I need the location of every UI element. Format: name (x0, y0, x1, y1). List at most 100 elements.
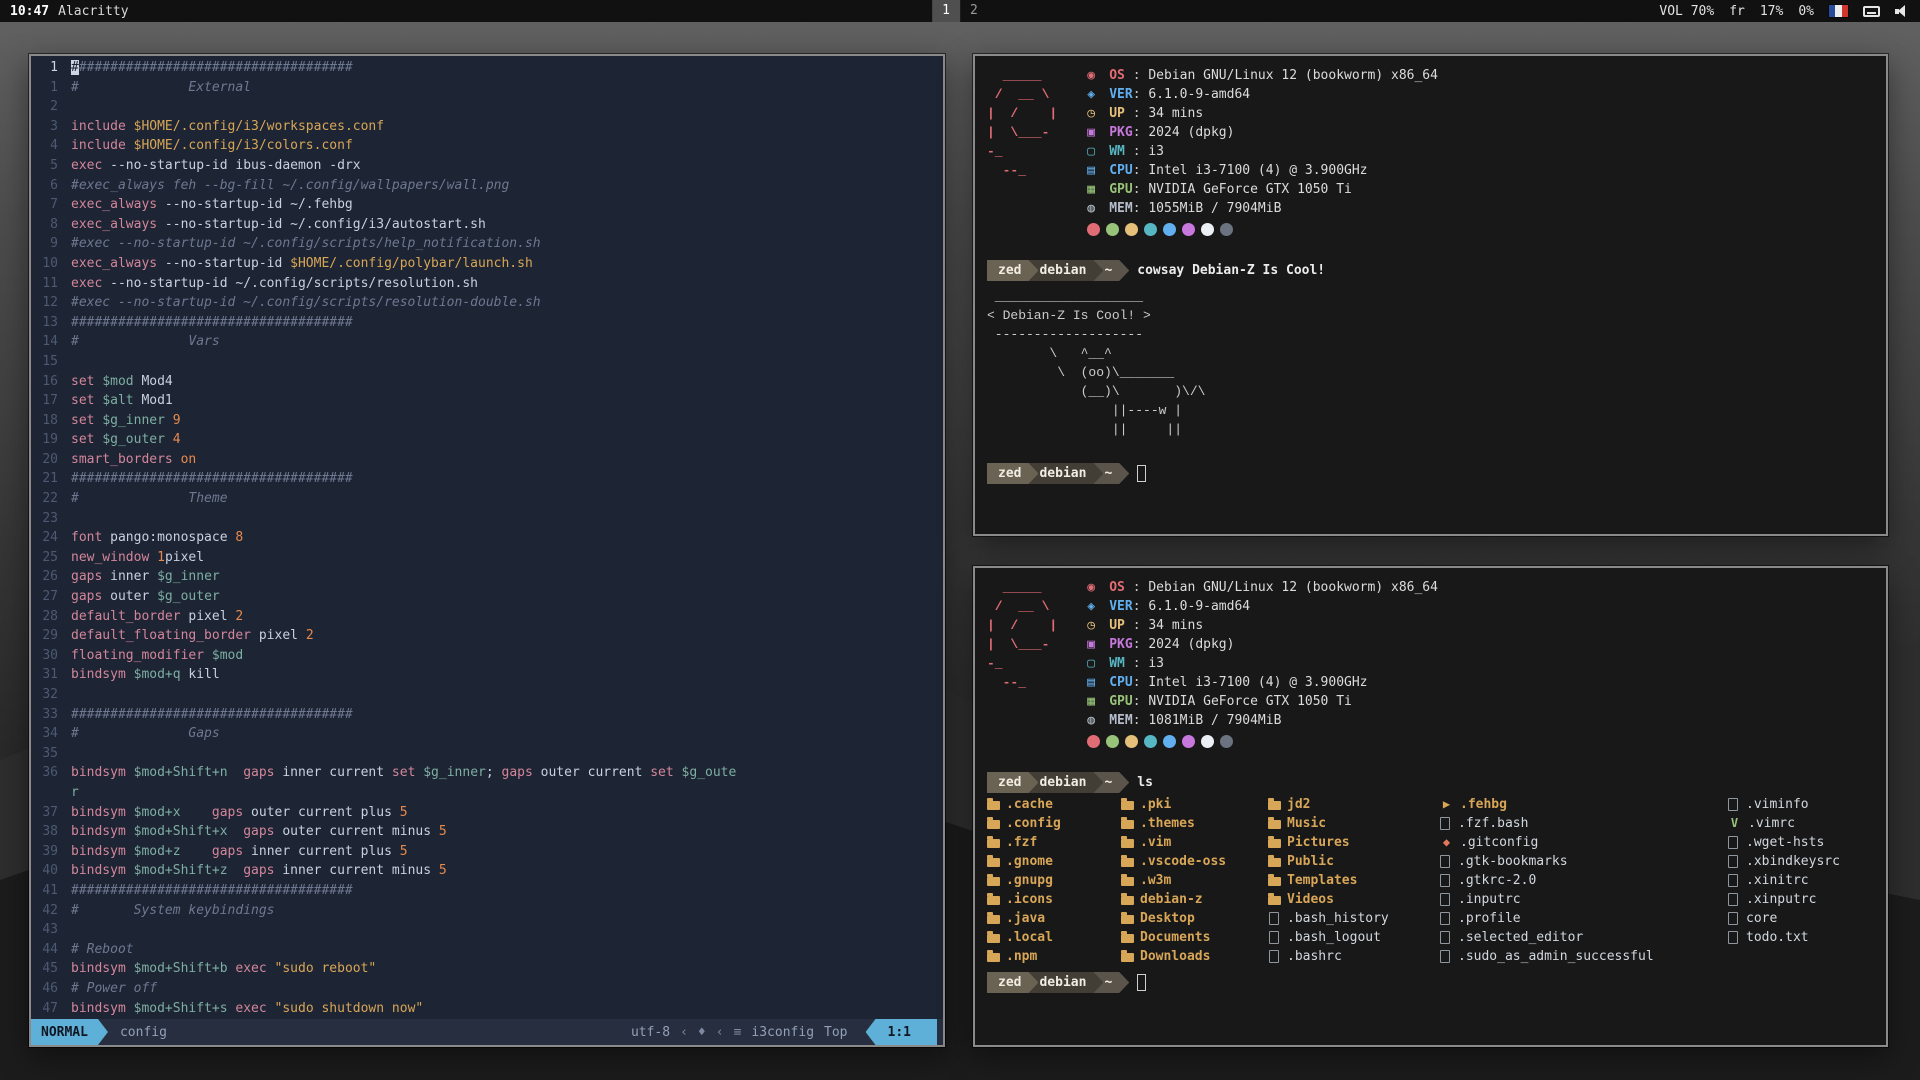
fetch-info-row: ▢WM : i3 (1087, 654, 1438, 673)
fetch-info-row: ◈VER: 6.1.0-9-amd64 (1087, 85, 1438, 104)
file-name: todo.txt (1746, 928, 1809, 947)
code-line: 32 (35, 685, 943, 705)
keyboard-layout-module[interactable]: fr (1729, 4, 1745, 19)
git-icon: ◆ (1439, 833, 1454, 852)
file-entry: .local (987, 928, 1121, 947)
line-number: 35 (35, 744, 71, 764)
file-entry: .w3m (1121, 871, 1268, 890)
file-name: .local (1006, 928, 1053, 947)
prompt-segment-debian: debian (1028, 772, 1103, 793)
french-flag-icon (1829, 5, 1848, 17)
terminal-bottom-body[interactable]: _____ / __ \ | / | | \___- -_ --_ ◉OS : … (975, 568, 1886, 1045)
line-number: 40 (35, 861, 71, 881)
file-entry: jd2 (1268, 795, 1439, 814)
gpu-icon: ▦ (1087, 692, 1109, 711)
file-icon (1440, 855, 1450, 868)
line-number: 22 (35, 489, 71, 509)
file-entry: .icons (987, 890, 1121, 909)
code-line: 26gaps inner $g_inner (35, 567, 943, 587)
code-line: 10exec_always --no-startup-id $HOME/.con… (35, 254, 943, 274)
line-number: 15 (35, 352, 71, 372)
file-icon (1269, 931, 1279, 944)
code-line: 24font pango:monospace 8 (35, 528, 943, 548)
prompt-segment-debian: debian (1028, 463, 1103, 484)
code-line: 36bindsym $mod+Shift+n gaps inner curren… (35, 763, 943, 783)
code-line: 47bindsym $mod+Shift+s exec "sudo shutdo… (35, 999, 943, 1019)
code-line: 23 (35, 509, 943, 529)
file-name: .fzf (1006, 833, 1037, 852)
cpu-icon: ▤ (1087, 673, 1109, 692)
scroll-position-label: Top (824, 1025, 847, 1040)
file-name: .java (1006, 909, 1045, 928)
file-icon (1440, 912, 1450, 925)
file-entry: .gnupg (987, 871, 1121, 890)
file-icon (1728, 798, 1738, 811)
workspace-1-button[interactable]: 1 (932, 0, 960, 22)
code-line: 5exec --no-startup-id ibus-daemon -drx (35, 156, 943, 176)
file-name: .vimrc (1748, 814, 1795, 833)
prompt-line: zeddebian~ (987, 463, 1874, 484)
shell-prompt: zeddebian~ (987, 260, 1119, 281)
file-name: .cache (1006, 795, 1053, 814)
code-line: 4include $HOME/.config/i3/colors.conf (35, 136, 943, 156)
code-line: 33#################################### (35, 705, 943, 725)
script-icon: ▶ (1439, 795, 1454, 814)
wm-icon: ▢ (1087, 142, 1109, 161)
line-number: 12 (35, 293, 71, 313)
code-line: 44# Reboot (35, 940, 943, 960)
file-name: .profile (1458, 909, 1521, 928)
code-line: 3include $HOME/.config/i3/workspaces.con… (35, 117, 943, 137)
workspace-2-button[interactable]: 2 (960, 0, 988, 22)
file-name: .bash_logout (1287, 928, 1381, 947)
file-entry: .fzf (987, 833, 1121, 852)
file-entry: .bashrc (1268, 947, 1439, 966)
file-entry: Desktop (1121, 909, 1268, 928)
code-line: 28default_border pixel 2 (35, 607, 943, 627)
prompt-line: zeddebian~ (987, 972, 1874, 993)
editor-lines[interactable]: 1####################################1# … (31, 56, 943, 1019)
file-entry: .wget-hsts (1727, 833, 1874, 852)
line-number: 5 (35, 156, 71, 176)
line-number: 38 (35, 822, 71, 842)
file-icon (1728, 836, 1738, 849)
terminal-top-body[interactable]: _____ / __ \ | / | | \___- -_ --_ ◉OS : … (975, 56, 1886, 534)
code-line: 21#################################### (35, 469, 943, 489)
folder-icon (987, 896, 1000, 905)
workspace-switcher: 1 2 (932, 0, 988, 22)
code-line: 20smart_borders on (35, 450, 943, 470)
file-icon (1728, 912, 1738, 925)
cursor-position-badge: 1:1 (866, 1019, 937, 1045)
terminal-cursor[interactable] (1137, 974, 1146, 991)
prompt-segment-debian: debian (1028, 260, 1103, 281)
code-line: 45bindsym $mod+Shift+b exec "sudo reboot… (35, 959, 943, 979)
folder-icon (1121, 896, 1134, 905)
file-entry: .gtk-bookmarks (1439, 852, 1727, 871)
terminal-cursor[interactable] (1137, 465, 1146, 482)
separator-icon: ‹ (680, 1025, 688, 1040)
shell-prompt: zeddebian~ (987, 463, 1119, 484)
up-icon: ◷ (1087, 104, 1109, 123)
line-number: 16 (35, 372, 71, 392)
file-icon (1440, 817, 1450, 830)
terminal-window-bottom: _____ / __ \ | / | | \___- -_ --_ ◉OS : … (973, 566, 1888, 1047)
os-icon: ◉ (1087, 66, 1109, 85)
color-dot (1087, 223, 1100, 236)
line-number: 6 (35, 176, 71, 196)
mem-icon: ◍ (1087, 711, 1109, 730)
fetch-block: _____ / __ \ | / | | \___- -_ --_ ◉OS : … (987, 66, 1874, 236)
prompt-segment-zed: zed (987, 772, 1038, 793)
folder-icon (987, 934, 1000, 943)
file-name: .gtkrc-2.0 (1458, 871, 1536, 890)
color-dot (1144, 223, 1157, 236)
code-line: 31bindsym $mod+q kill (35, 665, 943, 685)
code-line: 1#################################### (35, 58, 943, 78)
speaker-icon[interactable] (1895, 5, 1910, 18)
volume-module[interactable]: VOL 70% (1659, 4, 1714, 19)
folder-icon (987, 820, 1000, 829)
file-icon (1728, 874, 1738, 887)
file-name: Pictures (1287, 833, 1350, 852)
code-line: 35 (35, 744, 943, 764)
debian-ascii-logo: _____ / __ \ | / | | \___- -_ --_ (987, 66, 1057, 236)
fetch-info: ◉OS : Debian GNU/Linux 12 (bookworm) x86… (1087, 578, 1438, 730)
fetch-info-row: ◈VER: 6.1.0-9-amd64 (1087, 597, 1438, 616)
